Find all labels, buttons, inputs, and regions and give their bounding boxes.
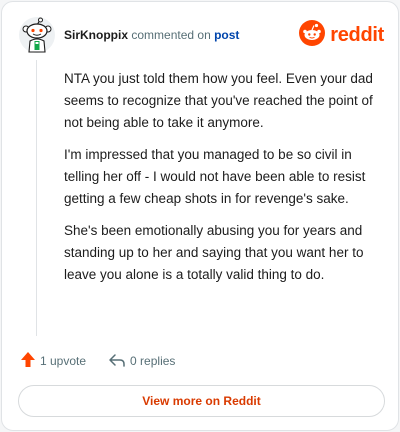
view-more-button[interactable]: View more on Reddit (18, 385, 385, 417)
reddit-wordmark: reddit (330, 23, 384, 46)
reply-count: 0 replies (130, 354, 176, 368)
comment-body: NTA you just told them how you feel. Eve… (64, 68, 384, 296)
reply-arrow-icon (108, 352, 126, 371)
comment-actions: 1 upvote 0 replies (20, 350, 197, 372)
reply-button[interactable]: 0 replies (108, 352, 175, 371)
post-link[interactable]: post (214, 28, 239, 42)
upvote-button[interactable]: 1 upvote (20, 351, 86, 371)
username-link[interactable]: SirKnoppix (64, 28, 128, 42)
embedded-comment-card: SirKnoppix commented on post reddit NTA … (1, 1, 399, 431)
comment-paragraph: NTA you just told them how you feel. Eve… (64, 71, 373, 130)
commented-on-text: commented on (131, 28, 211, 42)
upvote-arrow-icon (20, 351, 36, 371)
comment-header: SirKnoppix commented on post reddit (18, 16, 388, 56)
comment-paragraph: She's been emotionally abusing you for y… (64, 223, 364, 282)
comment-paragraph: I'm impressed that you managed to be so … (64, 147, 366, 206)
upvote-count: 1 upvote (40, 354, 87, 368)
thread-line (36, 60, 37, 336)
comment-byline: SirKnoppix commented on post (64, 28, 239, 42)
snoo-avatar-icon[interactable] (18, 16, 56, 54)
reddit-logo-icon (299, 19, 326, 51)
reddit-logo[interactable]: reddit (299, 19, 384, 51)
